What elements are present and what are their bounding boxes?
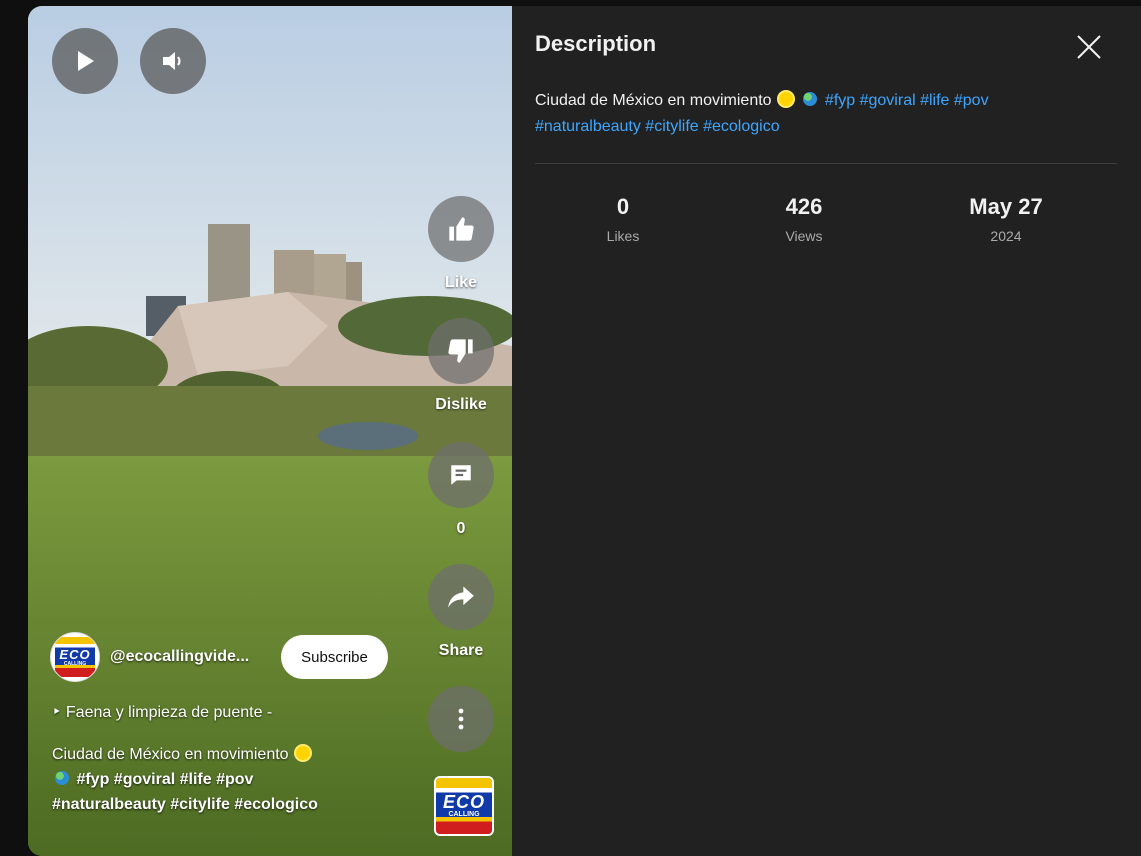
stat-likes: 0 Likes bbox=[563, 194, 683, 244]
play-button[interactable] bbox=[52, 28, 118, 94]
caption-hashtags-line2: #naturalbeauty #citylife #ecologico bbox=[52, 796, 318, 813]
short-video-player[interactable]: Like Dislike 0 Share ECO CALLING @ecocal… bbox=[28, 6, 512, 856]
caption-text: Ciudad de México en movimiento bbox=[52, 746, 289, 763]
dislike-label: Dislike bbox=[435, 396, 487, 413]
channel-avatar[interactable]: ECO CALLING bbox=[50, 632, 100, 682]
more-vert-icon bbox=[458, 708, 464, 730]
stat-value: 426 bbox=[785, 194, 823, 219]
stat-value: May 27 bbox=[969, 194, 1043, 219]
play-icon bbox=[78, 51, 94, 71]
description-text: Ciudad de México en movimiento bbox=[535, 92, 772, 109]
eco-calling-logo: ECO CALLING bbox=[55, 637, 95, 677]
like-button[interactable] bbox=[428, 196, 494, 262]
close-icon bbox=[1077, 35, 1101, 59]
channel-handle[interactable]: @ecocallingvide... bbox=[110, 648, 249, 666]
sun-emoji-icon bbox=[779, 92, 794, 106]
subscribe-button[interactable]: Subscribe bbox=[281, 635, 388, 679]
comments-count: 0 bbox=[456, 520, 466, 537]
stat-value: 0 bbox=[616, 194, 630, 219]
channel-row[interactable]: ECO CALLING @ecocallingvide... bbox=[50, 632, 249, 682]
globe-emoji-icon bbox=[803, 92, 818, 106]
music-bullet-icon: ‣ bbox=[52, 704, 62, 721]
more-actions-button[interactable] bbox=[428, 686, 494, 752]
comments-button[interactable] bbox=[428, 442, 494, 508]
description-panel: Description Ciudad de México en movimien… bbox=[512, 6, 1141, 856]
share-arrow-icon bbox=[448, 586, 474, 608]
stat-date: May 27 2024 bbox=[946, 194, 1066, 244]
stat-label: Views bbox=[785, 228, 823, 244]
sound-thumbnail[interactable]: ECO CALLING bbox=[434, 776, 494, 836]
volume-icon bbox=[163, 52, 181, 70]
hashtag-links-line2[interactable]: #naturalbeauty #citylife #ecologico bbox=[535, 118, 780, 135]
eco-calling-logo: ECO CALLING bbox=[436, 778, 492, 834]
video-caption[interactable]: Ciudad de México en movimiento #fyp #gov… bbox=[52, 742, 382, 817]
divider bbox=[535, 163, 1117, 164]
sun-emoji-icon bbox=[296, 746, 311, 760]
stat-label: 2024 bbox=[990, 228, 1022, 244]
comment-icon bbox=[451, 465, 471, 485]
caption-hashtags-line1: #fyp #goviral #life #pov bbox=[76, 771, 254, 788]
hashtag-links-line1[interactable]: #fyp #goviral #life #pov bbox=[825, 92, 989, 109]
music-title: Faena y limpieza de puente - bbox=[65, 704, 273, 721]
globe-emoji-icon bbox=[55, 771, 69, 785]
thumbs-up-icon bbox=[449, 217, 474, 241]
close-button[interactable] bbox=[1072, 30, 1106, 64]
panel-title: Description bbox=[535, 31, 657, 56]
stat-label: Likes bbox=[606, 228, 640, 244]
share-button[interactable] bbox=[428, 564, 494, 630]
share-label: Share bbox=[438, 642, 484, 659]
thumbs-down-icon bbox=[448, 339, 473, 363]
music-line[interactable]: ‣ Faena y limpieza de puente - bbox=[52, 702, 272, 722]
like-label: Like bbox=[444, 274, 477, 291]
volume-button[interactable] bbox=[140, 28, 206, 94]
stat-views: 426 Views bbox=[744, 194, 864, 244]
dislike-button[interactable] bbox=[428, 318, 494, 384]
description-text-block: Ciudad de México en movimiento #fyp #gov… bbox=[535, 88, 1095, 140]
